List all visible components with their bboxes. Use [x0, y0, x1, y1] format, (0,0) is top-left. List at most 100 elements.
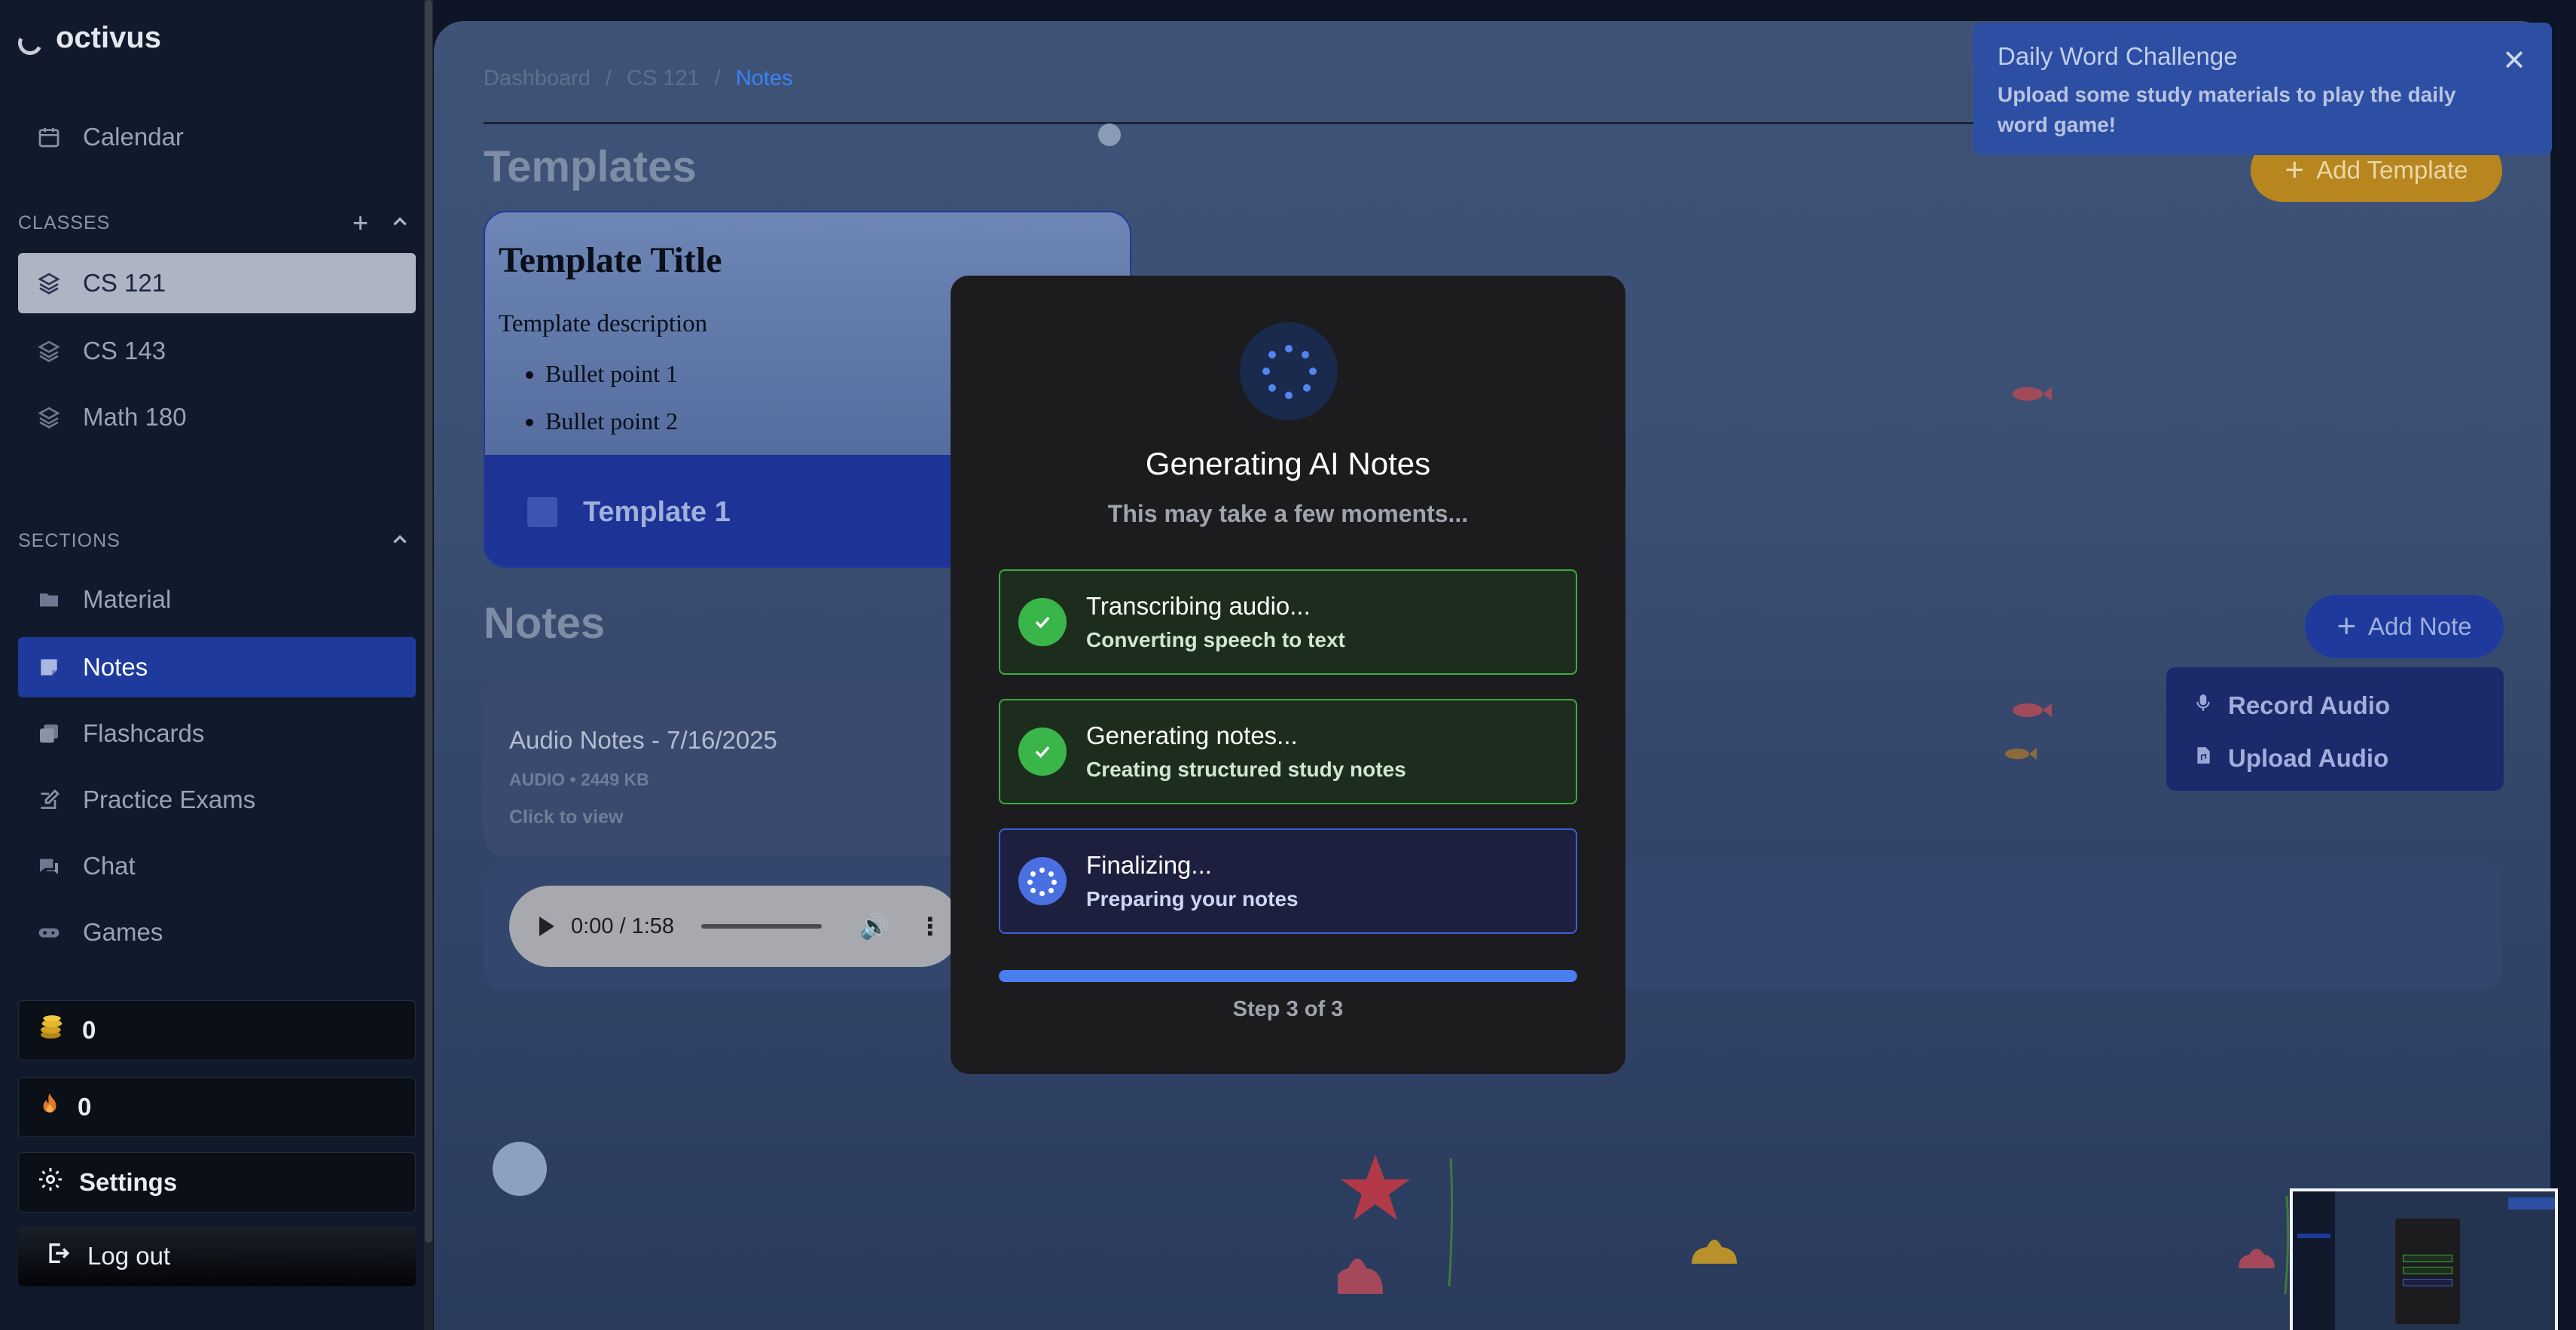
sidebar-item-games[interactable]: Games [18, 902, 416, 962]
notes-heading: Notes [484, 599, 606, 648]
gamepad-icon [36, 920, 62, 945]
coral-icon [2239, 1249, 2275, 1268]
fish-icon [2013, 703, 2052, 717]
step-label: Finalizing... [1086, 851, 1212, 879]
sidebar-item-chat[interactable]: Chat [18, 836, 416, 896]
screenshot-preview[interactable] [2290, 1188, 2558, 1330]
slider-knob[interactable] [1098, 124, 1121, 146]
collapse-sections-icon[interactable] [390, 527, 410, 554]
logout-label: Log out [87, 1242, 171, 1270]
record-audio-item[interactable]: Record Audio [2166, 679, 2504, 732]
sidebar-item-cs143[interactable]: CS 143 [18, 321, 416, 381]
scrollbar-thumb[interactable] [425, 0, 432, 1243]
daily-challenge-toast: Daily Word Challenge Upload some study m… [1973, 23, 2552, 155]
calendar-icon [36, 124, 62, 150]
breadcrumb-separator: / [605, 66, 612, 90]
sidebar-item-label: CS 143 [83, 337, 166, 365]
close-icon[interactable]: ✕ [2502, 44, 2526, 78]
coins-value: 0 [82, 1016, 96, 1044]
collapse-classes-icon[interactable] [390, 209, 410, 236]
sidebar-item-label: Practice Exams [83, 785, 256, 813]
step-generating: Generating notes... Creating structured … [999, 699, 1577, 804]
sidebar-item-practice-exams[interactable]: Practice Exams [18, 770, 416, 830]
folder-icon [36, 587, 62, 612]
logout-icon [45, 1240, 71, 1272]
sidebar-item-label: Notes [83, 653, 148, 681]
layers-icon [36, 404, 62, 430]
toast-message: Upload some study materials to play the … [1998, 83, 2456, 136]
check-icon [1018, 728, 1067, 776]
more-options-icon[interactable]: ⋮ [918, 912, 942, 941]
audio-seek-bar[interactable] [701, 924, 823, 929]
step-label: Generating notes... [1086, 721, 1298, 749]
step-transcribing: Transcribing audio... Converting speech … [999, 569, 1577, 675]
sections-heading: SECTIONS [18, 529, 121, 551]
step-detail: Creating structured study notes [1086, 758, 1406, 781]
step-detail: Preparing your notes [1086, 887, 1299, 911]
settings-button[interactable]: Settings [18, 1152, 416, 1213]
sidebar-item-material[interactable]: Material [18, 569, 416, 630]
breadcrumb: Dashboard / CS 121 / Notes [484, 66, 793, 91]
upload-audio-item[interactable]: Upload Audio [2166, 732, 2504, 785]
play-icon[interactable] [539, 917, 554, 936]
fish-icon [2005, 748, 2037, 760]
template-bullet: Bullet point 1 [545, 360, 678, 388]
sidebar-item-label: Flashcards [83, 719, 205, 747]
audio-player[interactable]: 0:00 / 1:58 🔊 ⋮ [509, 886, 961, 967]
add-note-menu: Record Audio Upload Audio [2166, 667, 2504, 791]
add-template-label: Add Template [2316, 156, 2468, 184]
logout-button[interactable]: Log out [18, 1226, 416, 1286]
streak-counter: 0 [18, 1077, 416, 1137]
streak-value: 0 [78, 1093, 92, 1121]
template-icon [527, 497, 557, 527]
template-title: Template Title [499, 240, 722, 280]
fish-icon [2013, 387, 2052, 401]
sidebar-item-cs121[interactable]: CS 121 [18, 253, 416, 313]
modal-title: Generating AI Notes [1145, 446, 1431, 481]
spinner-icon [1240, 322, 1338, 420]
breadcrumb-separator: / [714, 66, 721, 90]
sidebar-item-calendar[interactable]: Calendar [18, 107, 416, 167]
breadcrumb-dashboard[interactable]: Dashboard [484, 66, 591, 91]
add-class-icon[interactable]: + [353, 209, 369, 236]
record-audio-label: Record Audio [2228, 691, 2391, 719]
generating-notes-modal: Generating AI Notes This may take a few … [951, 276, 1625, 1074]
chat-icon [36, 853, 62, 879]
sections-section-header: SECTIONS [18, 526, 410, 556]
spinner-icon [1018, 857, 1067, 905]
sidebar-item-label: Chat [83, 852, 136, 880]
app-logo[interactable]: octivus [14, 21, 161, 59]
layers-icon [36, 338, 62, 364]
classes-section-header: CLASSES + [18, 208, 410, 238]
volume-icon[interactable]: 🔊 [859, 912, 890, 941]
audio-time: 0:00 / 1:58 [571, 914, 675, 938]
sidebar-item-label: Games [83, 918, 163, 946]
sidebar-item-flashcards[interactable]: Flashcards [18, 703, 416, 764]
upload-audio-label: Upload Audio [2228, 744, 2389, 772]
file-audio-icon [2193, 743, 2213, 773]
edit-icon [36, 787, 62, 813]
coins-icon [37, 1012, 67, 1048]
sidebar-scrollbar[interactable] [424, 0, 433, 1330]
note-icon [36, 654, 62, 680]
logo-icon [14, 26, 46, 59]
plus-icon: + [2285, 151, 2305, 188]
layers-icon [36, 270, 62, 296]
classes-heading: CLASSES [18, 212, 111, 233]
settings-label: Settings [79, 1168, 178, 1196]
template-name: Template 1 [583, 496, 731, 528]
step-counter: Step 3 of 3 [1232, 997, 1344, 1021]
microphone-icon [2193, 691, 2213, 721]
cards-icon [36, 721, 62, 746]
toast-title: Daily Word Challenge [1998, 42, 2238, 70]
progress-fill [999, 970, 1577, 982]
sidebar-item-math180[interactable]: Math 180 [18, 387, 416, 447]
bubble-decoration [493, 1142, 547, 1196]
modal-subtitle: This may take a few moments... [1107, 500, 1469, 527]
sidebar-item-label: Material [83, 585, 172, 613]
add-note-label: Add Note [2368, 612, 2472, 640]
add-note-button[interactable]: + Add Note [2305, 595, 2504, 658]
breadcrumb-class[interactable]: CS 121 [627, 66, 700, 91]
sidebar-item-label: CS 121 [83, 269, 166, 297]
sidebar-item-notes[interactable]: Notes [18, 637, 416, 697]
